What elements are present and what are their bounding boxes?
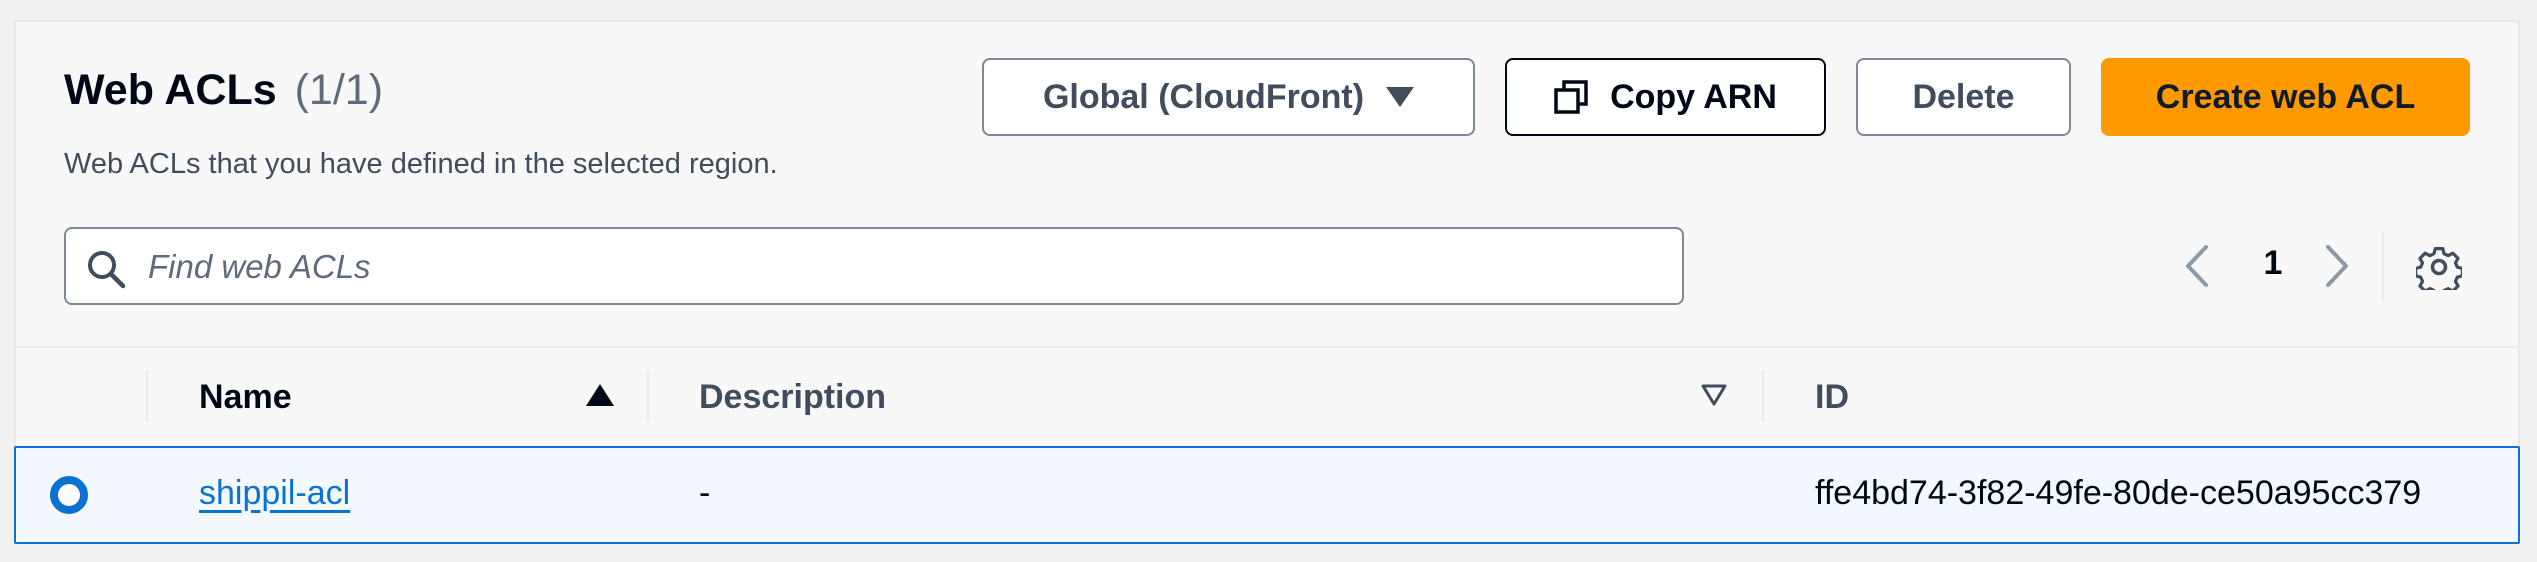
- region-select-label: Global (CloudFront): [1042, 77, 1365, 116]
- web-acl-name-link[interactable]: shippil-acl: [199, 474, 350, 513]
- copy-arn-label: Copy ARN: [1610, 77, 1777, 116]
- delete-label: Delete: [1912, 77, 2015, 116]
- create-web-acl-label: Create web ACL: [2155, 77, 2416, 116]
- chevron-right-icon[interactable]: [2320, 243, 2352, 289]
- copy-arn-button[interactable]: Copy ARN: [1505, 58, 1826, 136]
- search-icon: [88, 251, 126, 289]
- sort-ascending-icon[interactable]: [586, 384, 614, 406]
- web-acl-id: ffe4bd74-3f82-49fe-80de-ce50a95cc379: [1815, 474, 2422, 512]
- column-header-id[interactable]: ID: [1815, 378, 1849, 417]
- region-select-button[interactable]: Global (CloudFront): [982, 58, 1475, 136]
- search-input[interactable]: [146, 237, 1650, 297]
- column-header-name[interactable]: Name: [199, 378, 292, 417]
- page-title: Web ACLs (1/1): [64, 66, 383, 115]
- column-header-description[interactable]: Description: [699, 378, 886, 417]
- column-separator: [146, 370, 148, 422]
- toolbar-divider: [2382, 232, 2384, 302]
- item-count: (1/1): [294, 66, 384, 114]
- copy-icon: [1554, 80, 1588, 114]
- delete-button[interactable]: Delete: [1856, 58, 2071, 136]
- create-web-acl-button[interactable]: Create web ACL: [2101, 58, 2470, 136]
- column-separator[interactable]: [647, 370, 649, 422]
- column-separator[interactable]: [1762, 370, 1764, 422]
- page-number[interactable]: 1: [2258, 244, 2288, 283]
- caret-down-icon: [1386, 87, 1415, 107]
- page-title-text: Web ACLs: [64, 66, 277, 114]
- gear-icon[interactable]: [2416, 244, 2462, 290]
- sort-descending-outline-icon[interactable]: [1700, 383, 1728, 407]
- web-acl-description: -: [699, 474, 711, 512]
- table-top-divider: [14, 346, 2520, 348]
- page-description: Web ACLs that you have defined in the se…: [64, 148, 778, 180]
- search-box: [64, 227, 1684, 305]
- radio-selected-icon[interactable]: [49, 475, 89, 515]
- chevron-left-icon[interactable]: [2182, 243, 2214, 289]
